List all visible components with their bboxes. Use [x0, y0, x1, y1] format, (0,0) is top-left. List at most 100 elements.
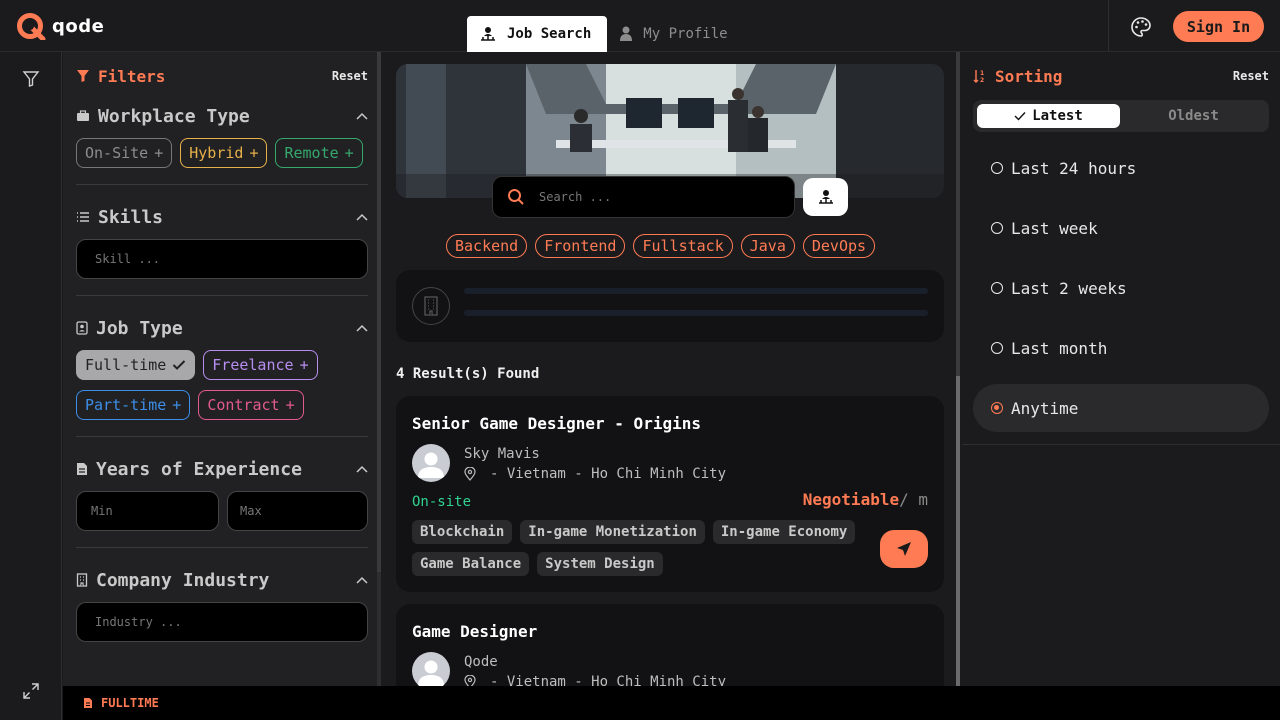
- chip-hybrid[interactable]: Hybrid +: [180, 138, 268, 168]
- tag-fullstack[interactable]: Fullstack: [633, 234, 733, 258]
- industry-title: Company Industry: [96, 569, 270, 591]
- chip-label: Contract: [207, 396, 280, 414]
- loading-skeleton: [396, 270, 944, 342]
- job-card[interactable]: Game Designer Qode - Vietnam - Ho Chi Mi…: [396, 604, 944, 686]
- job-title[interactable]: Senior Game Designer - Origins: [412, 414, 701, 433]
- workplace-header[interactable]: Workplace Type: [76, 100, 368, 132]
- sorting-reset-button[interactable]: Reset: [1233, 69, 1269, 83]
- user-hierarchy-icon: [818, 190, 833, 204]
- tab-job-search[interactable]: Job Search: [467, 16, 608, 52]
- salary: Negotiable/ m: [803, 490, 928, 509]
- sorting-panel: 1 2 Sorting Reset Latest Oldest Last 24 …: [962, 52, 1280, 445]
- palette-icon[interactable]: [1130, 16, 1152, 38]
- chip-full-time[interactable]: Full-time: [76, 350, 196, 380]
- sorting-title: Sorting: [995, 66, 1063, 86]
- job-location: - Vietnam - Ho Chi Minh City: [464, 674, 726, 686]
- industry-input[interactable]: Industry ...: [76, 602, 368, 642]
- filter-icon: [77, 70, 89, 82]
- chip-contract[interactable]: Contract +: [198, 390, 304, 420]
- tag-backend[interactable]: Backend: [446, 234, 528, 258]
- company-avatar: [412, 444, 450, 482]
- chip-part-time[interactable]: Part-time +: [76, 390, 191, 420]
- radio-button[interactable]: [991, 162, 1003, 174]
- range-option-24h[interactable]: Last 24 hours: [973, 144, 1269, 192]
- apply-button[interactable]: [880, 530, 928, 568]
- range-option-2-weeks[interactable]: Last 2 weeks: [973, 264, 1269, 312]
- plus-icon: +: [172, 396, 182, 414]
- scrollbar-thumb[interactable]: [377, 52, 381, 572]
- qode-logo-icon: [17, 13, 46, 40]
- map-pin-icon: [464, 467, 476, 481]
- svg-text:2: 2: [980, 77, 984, 83]
- range-label: Anytime: [1011, 398, 1079, 418]
- job-list-panel: Search ... Backend Frontend Fullstack Ja…: [384, 52, 956, 686]
- skill-tag: Game Balance: [412, 552, 530, 576]
- tag-frontend[interactable]: Frontend: [535, 234, 626, 258]
- filters-reset-button[interactable]: Reset: [332, 69, 368, 83]
- sort-oldest-option[interactable]: Oldest: [1122, 104, 1265, 128]
- job-type-chips: Full-time Freelance + Part-time + Contract…: [76, 350, 368, 420]
- industry-header[interactable]: Company Industry: [76, 564, 368, 596]
- radio-button[interactable]: [991, 282, 1003, 294]
- experience-title-wrap: Years of Experience: [76, 459, 302, 480]
- profile-match-button[interactable]: [803, 178, 848, 216]
- job-type-title-wrap: Job Type: [76, 318, 183, 339]
- building-icon: [412, 287, 450, 325]
- range-option-anytime[interactable]: Anytime: [973, 384, 1269, 432]
- check-icon: [1014, 112, 1026, 121]
- divider: [76, 436, 368, 437]
- chip-remote[interactable]: Remote +: [275, 138, 363, 168]
- sign-in-button[interactable]: Sign In: [1173, 11, 1264, 42]
- filter-icon[interactable]: [22, 70, 40, 88]
- right-panel-empty: [962, 446, 1280, 686]
- tag-devops[interactable]: DevOps: [802, 234, 876, 258]
- job-type-header[interactable]: Job Type: [76, 312, 368, 344]
- search-input[interactable]: Search ...: [492, 176, 795, 218]
- briefcase-icon: [77, 110, 89, 121]
- experience-min-input[interactable]: Min: [76, 491, 219, 531]
- divider: [1108, 0, 1109, 52]
- sort-oldest-label: Oldest: [1168, 108, 1219, 124]
- scrollbar-thumb[interactable]: [956, 376, 960, 686]
- workplace-label: On-site: [412, 494, 472, 510]
- job-card[interactable]: Senior Game Designer - Origins Sky Mavis…: [396, 396, 944, 592]
- document-icon: [84, 698, 92, 708]
- results-count: 4 Result(s) Found: [396, 366, 540, 382]
- job-location: - Vietnam - Ho Chi Minh City: [464, 466, 726, 482]
- tab-my-profile[interactable]: My Profile: [607, 16, 743, 52]
- industry-title-wrap: Company Industry: [76, 570, 269, 591]
- skill-tag: In-game Economy: [712, 520, 856, 544]
- map-pin-icon: [464, 675, 476, 686]
- logo[interactable]: qode: [16, 12, 104, 40]
- range-label: Last week: [1011, 218, 1098, 238]
- tag-java[interactable]: Java: [740, 234, 795, 258]
- sorting-header: 1 2 Sorting Reset: [962, 52, 1280, 100]
- quick-tags: Backend Frontend Fullstack Java DevOps: [446, 234, 876, 258]
- search-icon: [508, 189, 524, 205]
- chip-on-site[interactable]: On-Site +: [76, 138, 173, 168]
- search-placeholder: Search ...: [539, 190, 612, 204]
- salary-value: Negotiable: [802, 490, 900, 509]
- experience-header[interactable]: Years of Experience: [76, 453, 368, 485]
- job-list-scrollbar[interactable]: [956, 52, 960, 686]
- skills-header[interactable]: Skills: [76, 201, 368, 233]
- chip-freelance[interactable]: Freelance +: [203, 350, 318, 380]
- skill-input[interactable]: Skill ...: [76, 239, 368, 279]
- experience-max-input[interactable]: Max: [227, 491, 368, 531]
- job-title[interactable]: Game Designer: [412, 622, 537, 641]
- chip-label: Freelance: [212, 356, 294, 374]
- skeleton-line: [464, 310, 928, 316]
- company-name: Qode: [464, 654, 498, 670]
- expand-icon[interactable]: [22, 682, 40, 700]
- range-option-week[interactable]: Last week: [973, 204, 1269, 252]
- salary-period: / m: [899, 490, 928, 509]
- radio-button-selected[interactable]: [991, 402, 1003, 414]
- sort-latest-option[interactable]: Latest: [977, 104, 1120, 128]
- range-option-month[interactable]: Last month: [973, 324, 1269, 372]
- chip-label: On-Site: [85, 144, 149, 162]
- filters-scrollbar[interactable]: [377, 52, 381, 686]
- location-text: - Vietnam - Ho Chi Minh City: [490, 466, 727, 482]
- radio-button[interactable]: [991, 222, 1003, 234]
- filters-header: Filters Reset: [63, 52, 381, 100]
- radio-button[interactable]: [991, 342, 1003, 354]
